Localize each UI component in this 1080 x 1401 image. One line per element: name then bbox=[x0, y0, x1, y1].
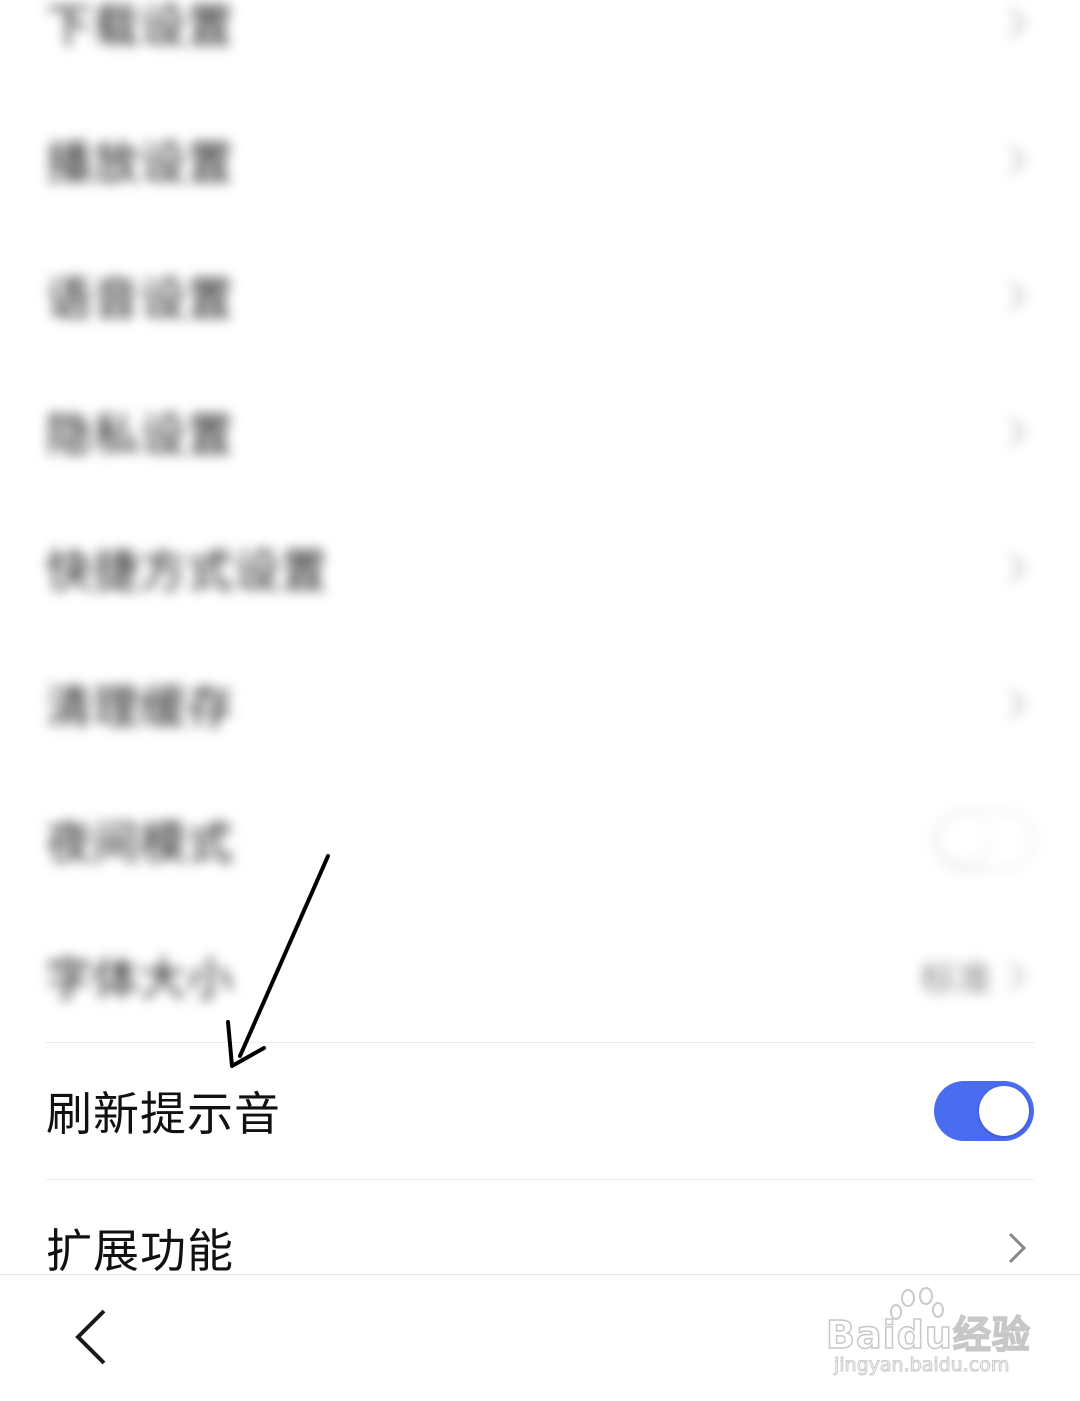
settings-item-label: 清理缓存 bbox=[46, 680, 234, 734]
settings-item-night-mode: 夜间模式 bbox=[46, 772, 1034, 908]
refresh-sound-toggle[interactable] bbox=[934, 1081, 1034, 1141]
settings-item-label: 夜间模式 bbox=[46, 816, 234, 870]
chevron-right-icon bbox=[1000, 276, 1034, 316]
settings-item-label: 语音设置 bbox=[46, 272, 234, 326]
font-size-value: 标准 bbox=[919, 959, 992, 1000]
chevron-right-icon bbox=[1000, 412, 1034, 452]
chevron-right-icon bbox=[1000, 684, 1034, 724]
font-size-value-group: 标准 bbox=[920, 950, 1034, 1002]
settings-item-privacy[interactable]: 隐私设置 bbox=[46, 364, 1034, 500]
settings-item-voice[interactable]: 语音设置 bbox=[46, 228, 1034, 364]
settings-item-label: 快捷方式设置 bbox=[46, 544, 328, 598]
chevron-right-icon bbox=[1000, 140, 1034, 180]
watermark-url: jingyan.baidu.com bbox=[833, 1354, 1010, 1377]
blurred-settings-list: 下载设置 播放设置 语音设置 隐私设置 快捷方式设置 清理缓存 夜间模式 字体大… bbox=[0, 0, 1080, 1042]
chevron-right-icon bbox=[1000, 548, 1034, 588]
settings-item-download[interactable]: 下载设置 bbox=[46, 0, 1034, 91]
settings-item-playback[interactable]: 播放设置 bbox=[46, 92, 1034, 228]
settings-item-font-size[interactable]: 字体大小 标准 bbox=[46, 908, 1034, 1042]
toggle-knob bbox=[939, 815, 989, 865]
chevron-right-icon bbox=[1000, 1228, 1034, 1268]
settings-item-label: 隐私设置 bbox=[46, 408, 234, 462]
settings-item-label: 下载设置 bbox=[46, 0, 234, 53]
back-button[interactable] bbox=[60, 1305, 120, 1369]
chevron-right-icon bbox=[1000, 3, 1034, 43]
watermark-brand: Baidu经验 bbox=[825, 1312, 1031, 1358]
settings-item-label: 字体大小 bbox=[46, 952, 234, 1006]
baidu-jingyan-watermark: Baidu经验 jingyan.baidu.com bbox=[825, 1286, 1046, 1386]
night-mode-toggle[interactable] bbox=[934, 810, 1034, 870]
settings-item-label: 扩展功能 bbox=[46, 1224, 234, 1278]
settings-item-clear-cache[interactable]: 清理缓存 bbox=[46, 636, 1034, 772]
chevron-right-icon bbox=[1000, 956, 1034, 996]
settings-item-refresh-sound: 刷新提示音 bbox=[46, 1043, 1034, 1179]
settings-item-shortcut[interactable]: 快捷方式设置 bbox=[46, 500, 1034, 636]
settings-item-label: 刷新提示音 bbox=[46, 1087, 281, 1141]
settings-item-label: 播放设置 bbox=[46, 136, 234, 190]
chevron-left-icon bbox=[75, 1309, 106, 1365]
toggle-knob bbox=[979, 1086, 1029, 1136]
settings-screen: 下载设置 播放设置 语音设置 隐私设置 快捷方式设置 清理缓存 夜间模式 字体大… bbox=[0, 0, 1080, 1401]
